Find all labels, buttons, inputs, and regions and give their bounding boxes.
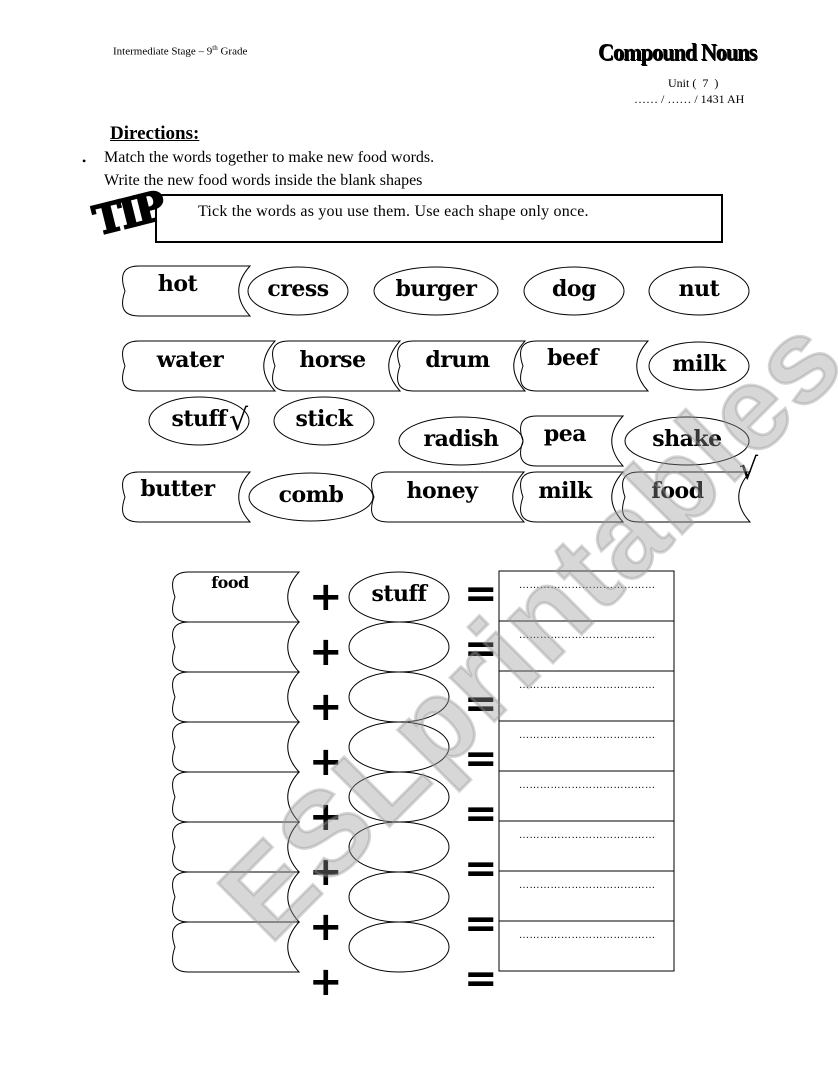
word-bank-item: stick [295, 406, 353, 432]
word-bank-item: food [651, 478, 704, 504]
word-bank-item: cress [267, 276, 329, 302]
worksheet-shapes [122, 265, 752, 973]
answer-box [498, 720, 675, 772]
tick-mark-icon: √ [229, 403, 249, 438]
word-bank-item: shake [652, 426, 722, 452]
answer-field[interactable]: ………………………………… [519, 630, 656, 641]
word-bank-item: dog [552, 276, 596, 302]
word-bank-item: burger [395, 276, 477, 302]
word-bank-item: butter [140, 476, 215, 502]
answer-first-word: food [211, 573, 249, 592]
answer-second-shape [348, 821, 450, 873]
answer-field[interactable]: ………………………………… [519, 880, 656, 891]
answer-second-shape [348, 771, 450, 823]
plus-icon: + [309, 959, 343, 1005]
word-bank-item: comb [278, 482, 344, 508]
answer-box [498, 920, 675, 972]
answer-box [498, 820, 675, 872]
plus-icon: + [309, 849, 343, 895]
equals-icon: = [464, 571, 498, 617]
equals-icon: = [464, 626, 498, 672]
word-bank-item: nut [678, 276, 720, 302]
answer-field[interactable]: ………………………………… [519, 780, 656, 791]
answer-field[interactable]: ………………………………… [519, 580, 656, 591]
answer-second-shape [348, 671, 450, 723]
equals-icon: = [464, 956, 498, 1002]
answer-first-shape [172, 721, 301, 773]
word-bank-item: hot [157, 271, 198, 297]
plus-icon: + [309, 739, 343, 785]
word-bank-item: milk [538, 478, 592, 504]
word-bank-item: milk [672, 351, 726, 377]
answer-box [498, 770, 675, 822]
answer-first-shape [172, 621, 301, 673]
answer-first-shape [172, 871, 301, 923]
equals-icon: = [464, 846, 498, 892]
answer-first-shape [172, 771, 301, 823]
equals-icon: = [464, 681, 498, 727]
tick-mark-icon: √ [739, 452, 759, 487]
word-bank-item: radish [423, 426, 499, 452]
plus-icon: + [309, 794, 343, 840]
word-bank-item: drum [425, 347, 490, 373]
answer-box [498, 570, 675, 622]
equals-icon: = [464, 901, 498, 947]
word-bank-item: beef [547, 345, 598, 371]
answer-second-shape [348, 621, 450, 673]
word-bank-item: water [156, 347, 224, 373]
plus-icon: + [309, 629, 343, 675]
word-bank-item: pea [543, 421, 587, 447]
answer-field[interactable]: ………………………………… [519, 730, 656, 741]
answer-first-shape [172, 821, 301, 873]
plus-icon: + [309, 684, 343, 730]
answer-second-word: stuff [371, 581, 427, 607]
answer-box [498, 670, 675, 722]
equals-icon: = [464, 736, 498, 782]
plus-icon: + [309, 904, 343, 950]
answer-first-shape [172, 671, 301, 723]
answer-field[interactable]: ………………………………… [519, 680, 656, 691]
answer-box [498, 620, 675, 672]
answer-field[interactable]: ………………………………… [519, 930, 656, 941]
word-bank-item: honey [406, 478, 478, 504]
answer-box [498, 870, 675, 922]
answer-second-shape [348, 721, 450, 773]
answer-field[interactable]: ………………………………… [519, 830, 656, 841]
answer-second-shape [348, 921, 450, 973]
equals-icon: = [464, 791, 498, 837]
answer-first-shape [172, 921, 301, 973]
plus-icon: + [309, 574, 343, 620]
word-bank-item: horse [299, 347, 366, 373]
answer-second-shape [348, 871, 450, 923]
